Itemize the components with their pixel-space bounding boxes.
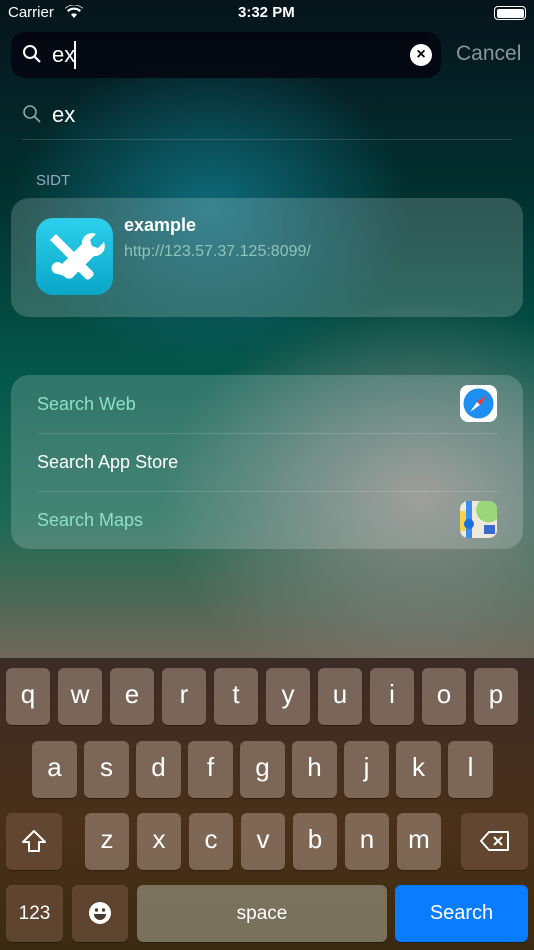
key-e[interactable]: e — [110, 668, 154, 725]
key-k[interactable]: k — [396, 741, 441, 798]
numbers-key[interactable]: 123 — [6, 885, 63, 942]
result-title: example — [124, 215, 197, 235]
safari-icon — [460, 385, 497, 422]
key-l[interactable]: l — [448, 741, 493, 798]
carrier-label: Carrier — [8, 4, 54, 21]
delete-key[interactable] — [461, 813, 528, 870]
key-r[interactable]: r — [162, 668, 206, 725]
key-f[interactable]: f — [188, 741, 233, 798]
emoji-key[interactable] — [72, 885, 128, 942]
key-i[interactable]: i — [370, 668, 414, 725]
result-card[interactable]: example http://123.57.37.125:8099/ — [11, 198, 523, 317]
key-a[interactable]: a — [32, 741, 77, 798]
key-w[interactable]: w — [58, 668, 102, 725]
search-icon — [23, 105, 41, 123]
space-key[interactable]: space — [137, 885, 387, 942]
key-q[interactable]: q — [6, 668, 50, 725]
key-j[interactable]: j — [344, 741, 389, 798]
clock: 3:32 PM — [238, 4, 295, 21]
key-h[interactable]: h — [292, 741, 337, 798]
search-icon — [23, 45, 41, 63]
key-b[interactable]: b — [293, 813, 337, 870]
key-g[interactable]: g — [240, 741, 285, 798]
maps-icon — [460, 501, 497, 538]
search-maps-row[interactable]: Search Maps — [11, 492, 523, 549]
search-web-row[interactable]: Search Web — [11, 375, 523, 433]
delete-icon — [479, 831, 509, 851]
divider — [22, 139, 512, 140]
emoji-icon — [89, 902, 111, 924]
wifi-icon — [65, 5, 83, 18]
cancel-button[interactable]: Cancel — [456, 42, 521, 66]
keyboard: q w e r t y u i o p a s d f g h j k l z x c v b n m 123 space Search — [0, 658, 534, 950]
battery-icon — [494, 6, 526, 20]
shift-key[interactable] — [6, 813, 62, 870]
shift-icon — [22, 830, 46, 852]
key-m[interactable]: m — [397, 813, 441, 870]
search-key[interactable]: Search — [395, 885, 528, 942]
suggestion-text: ex — [52, 102, 76, 127]
result-url[interactable]: http://123.57.37.125:8099/ — [124, 243, 311, 261]
search-maps-label: Search Maps — [37, 510, 144, 530]
search-app-store-row[interactable]: Search App Store — [11, 434, 523, 491]
key-t[interactable]: t — [214, 668, 258, 725]
tools-icon — [36, 218, 113, 295]
key-s[interactable]: s — [84, 741, 129, 798]
key-x[interactable]: x — [137, 813, 181, 870]
section-title: SIDT — [36, 172, 71, 189]
key-n[interactable]: n — [345, 813, 389, 870]
key-z[interactable]: z — [85, 813, 129, 870]
search-actions-card: Search Web Search App Store Search Maps — [11, 375, 523, 549]
key-v[interactable]: v — [241, 813, 285, 870]
search-web-label: Search Web — [37, 394, 136, 414]
search-app-store-label: Search App Store — [37, 452, 179, 472]
text-cursor — [74, 41, 76, 69]
key-y[interactable]: y — [266, 668, 310, 725]
key-c[interactable]: c — [189, 813, 233, 870]
suggestion-row[interactable]: ex — [0, 92, 534, 138]
clear-icon[interactable]: × — [410, 44, 432, 66]
key-d[interactable]: d — [136, 741, 181, 798]
key-u[interactable]: u — [318, 668, 362, 725]
key-p[interactable]: p — [474, 668, 518, 725]
search-input[interactable]: ex — [52, 42, 75, 68]
key-o[interactable]: o — [422, 668, 466, 725]
